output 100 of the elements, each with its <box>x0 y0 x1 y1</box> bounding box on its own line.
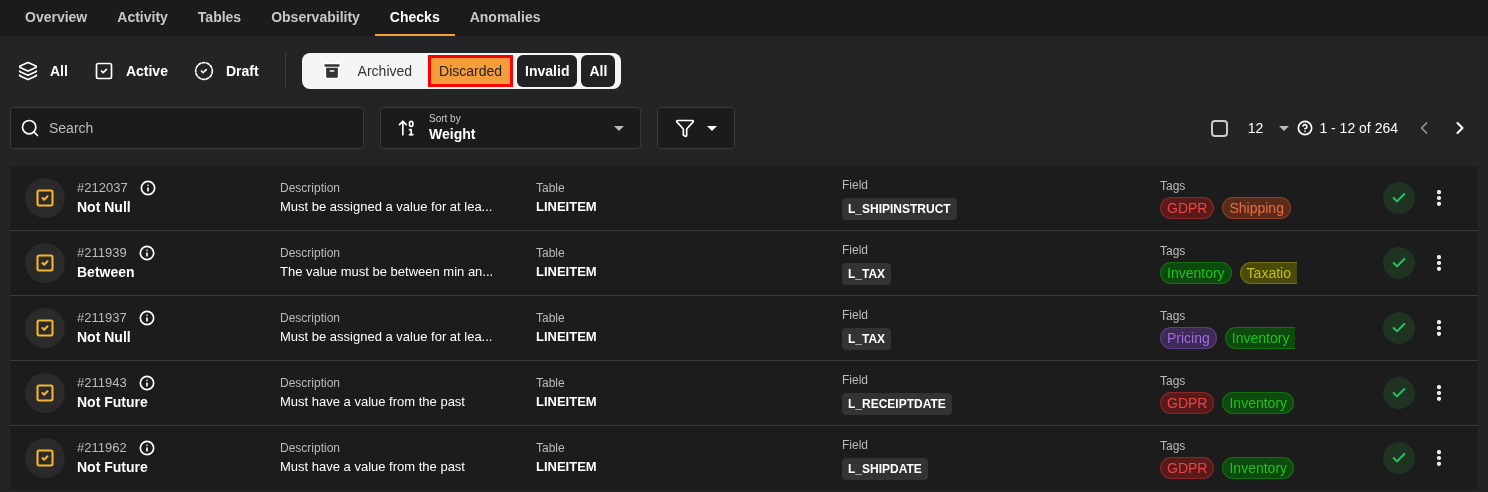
view-filter[interactable]: Draft <box>193 60 259 82</box>
table-name: LINEITEM <box>536 458 598 477</box>
tag: Shipping <box>1222 197 1291 219</box>
column-label: Field <box>842 437 868 454</box>
column-label: Description <box>280 440 342 458</box>
sort-dropdown[interactable]: Sort by Weight <box>380 107 641 149</box>
table-name: LINEITEM <box>536 263 598 282</box>
check-row[interactable]: #211943 Not Future Description Must have a value from the past Table LINEITEM Field L_RECEIPTDATE Tags GDPR Inventory <box>10 361 1478 425</box>
search-field[interactable]: Search <box>10 107 364 149</box>
pagination-range: 1 - 12 of 264 <box>1319 118 1398 138</box>
tab[interactable]: Activity <box>102 0 183 36</box>
column-label: Tags <box>1160 308 1186 325</box>
archive-icon <box>321 61 342 81</box>
table-name: LINEITEM <box>536 393 598 412</box>
filter-button[interactable] <box>657 107 735 149</box>
check-type-icon <box>25 373 65 413</box>
column-label: Field <box>842 307 868 324</box>
column-label: Description <box>280 180 342 198</box>
tab[interactable]: Anomalies <box>454 0 556 36</box>
check-type: Not Null <box>77 198 132 218</box>
sort-value: Weight <box>429 125 476 143</box>
tag: Inventory <box>1160 262 1232 284</box>
check-row[interactable]: #211937 Not Null Description Must be assigned a value for at lea... Table LINEITEM Field L_TAX Tags Pricing Inventory <box>10 296 1478 360</box>
filter-icon <box>675 118 695 138</box>
select-all-checkbox[interactable] <box>1210 119 1228 137</box>
caret-icon <box>707 125 717 131</box>
column-label: Description <box>280 375 342 393</box>
status-filter[interactable]: Archived <box>309 55 425 87</box>
layers-icon <box>18 61 38 81</box>
check-id: #211962 <box>77 438 127 457</box>
tab[interactable]: Observability <box>256 0 375 36</box>
tab[interactable]: Tables <box>182 0 257 36</box>
tag: GDPR <box>1160 392 1215 414</box>
tag: GDPR <box>1160 457 1215 479</box>
check-type: Not Null <box>77 328 132 348</box>
view-filter[interactable]: All <box>18 60 68 82</box>
column-label: Description <box>280 310 342 328</box>
check-type-icon <box>25 178 65 218</box>
check-description: Must have a value from the past <box>280 458 466 477</box>
status-filter[interactable]: All <box>581 55 616 87</box>
active-status-icon <box>1383 182 1415 214</box>
tab[interactable]: Overview <box>10 0 103 36</box>
page-size-dropdown[interactable]: 12 <box>1247 117 1290 139</box>
tag: Pricing <box>1160 327 1217 349</box>
field-name: L_TAX <box>842 263 892 285</box>
info-icon[interactable] <box>138 439 155 456</box>
column-label: Tags <box>1160 243 1186 260</box>
check-description: The value must be between min an... <box>280 263 495 282</box>
check-type-icon <box>25 243 65 283</box>
check-description: Must have a value from the past <box>280 393 466 412</box>
check-type: Not Future <box>77 458 149 478</box>
view-filter[interactable]: Active <box>93 60 168 82</box>
check-id: #212037 <box>77 178 128 197</box>
tag: Inventory <box>1222 392 1295 414</box>
column-label: Table <box>536 440 566 458</box>
check-type: Between <box>77 263 136 283</box>
caret-icon <box>614 125 624 131</box>
caret-icon <box>1279 125 1290 131</box>
field-name: L_RECEIPTDATE <box>842 393 952 415</box>
info-icon[interactable] <box>139 179 156 196</box>
sort-icon <box>397 118 417 138</box>
tag: GDPR <box>1160 197 1215 219</box>
check-description: Must be assigned a value for at lea... <box>280 198 494 217</box>
check-row[interactable]: #211962 Not Future Description Must have a value from the past Table LINEITEM Field L_SHIPDATE Tags GDPR Inventory <box>10 426 1478 490</box>
info-icon[interactable] <box>138 309 155 326</box>
active-status-icon <box>1383 247 1415 279</box>
column-label: Description <box>280 245 342 263</box>
check-row[interactable]: #211939 Between Description The value must be between min an... Table LINEITEM Field L_TAX Tags Inventory Taxatio <box>10 231 1478 295</box>
check-type-icon <box>25 308 65 348</box>
check-id: #211939 <box>77 243 127 262</box>
active-status-icon <box>1383 377 1415 409</box>
column-label: Table <box>536 245 566 263</box>
info-icon[interactable] <box>138 244 155 261</box>
status-filter[interactable]: Discarded <box>428 55 514 87</box>
active-status-icon <box>1383 442 1415 474</box>
column-label: Field <box>842 372 868 389</box>
check-type-icon <box>25 438 65 478</box>
tag: Taxatio <box>1239 262 1297 284</box>
check-row[interactable]: #212037 Not Null Description Must be assigned a value for at lea... Table LINEITEM Field L_SHIPINSTRUCT Tags GDPR Shipping <box>10 166 1478 230</box>
active-status-icon <box>1383 312 1415 344</box>
table-name: LINEITEM <box>536 198 598 217</box>
tab[interactable]: Checks <box>374 0 455 36</box>
column-label: Tags <box>1160 438 1186 455</box>
check-description: Must be assigned a value for at lea... <box>280 328 494 347</box>
info-icon[interactable] <box>138 374 155 391</box>
tag: Inventory <box>1222 457 1295 479</box>
tag: Inventory <box>1224 327 1296 349</box>
checked-box-icon <box>93 61 114 81</box>
check-id: #211937 <box>77 308 127 327</box>
column-label: Field <box>842 177 868 194</box>
help-icon[interactable] <box>1297 120 1314 136</box>
column-label: Field <box>842 242 868 259</box>
check-type: Not Future <box>77 393 149 413</box>
dashed-check-circle-icon <box>193 61 214 81</box>
sort-label: Sort by <box>429 113 461 126</box>
field-name: L_SHIPINSTRUCT <box>842 198 957 220</box>
check-id: #211943 <box>77 373 127 392</box>
column-label: Tags <box>1160 178 1186 195</box>
status-filter[interactable]: Invalid <box>517 55 578 87</box>
search-icon <box>20 118 40 138</box>
